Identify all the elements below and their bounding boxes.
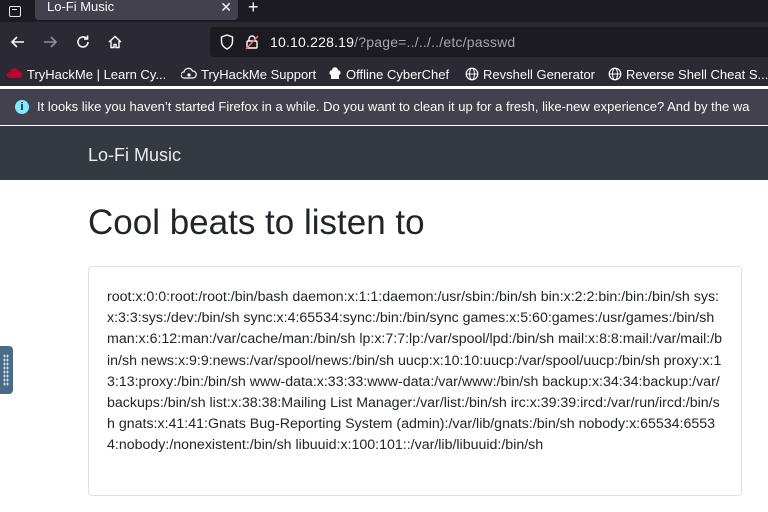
bookmark-tryhackme-support[interactable]: TryHackMe Support [181, 65, 316, 83]
bookmark-revshell-generator[interactable]: Revshell Generator [465, 65, 595, 83]
forward-arrow-icon[interactable] [40, 32, 60, 52]
window-menu-icon[interactable] [0, 0, 30, 22]
page-title: Cool beats to listen to [88, 203, 425, 242]
notification-text: It looks like you haven’t started Firefo… [37, 99, 750, 114]
address-bar[interactable]: 10.10.228.19/?page=../../../etc/passwd [210, 27, 768, 57]
site-navbar: Lo-Fi Music [0, 126, 768, 180]
chef-icon [329, 67, 341, 79]
url-text[interactable]: 10.10.228.19/?page=../../../etc/passwd [270, 34, 515, 50]
home-icon[interactable] [105, 32, 125, 52]
insecure-lock-icon[interactable] [245, 34, 259, 55]
bookmarks-toolbar: TryHackMe | Learn Cy... TryHackMe Suppor… [0, 62, 768, 86]
bookmark-offline-cyberchef[interactable]: Offline CyberChef [328, 65, 449, 83]
bookmark-tryhackme[interactable]: TryHackMe | Learn Cy... [7, 65, 166, 83]
new-tab-button[interactable]: + [248, 0, 259, 16]
globe-icon [608, 67, 622, 81]
info-icon: i [15, 100, 29, 114]
tab-title: Lo-Fi Music [47, 0, 115, 14]
url-path: /?page=../../../etc/passwd [354, 34, 516, 50]
navigation-toolbar: 10.10.228.19/?page=../../../etc/passwd [0, 22, 768, 62]
globe-icon [465, 67, 479, 81]
bookmark-label: Revshell Generator [483, 66, 595, 82]
passwd-content: root:x:0:0:root:/root:/bin/bash daemon:x… [107, 289, 723, 454]
bookmark-label: Offline CyberChef [346, 66, 450, 82]
reload-icon[interactable] [73, 32, 93, 52]
bookmark-label: TryHackMe Support [201, 66, 317, 82]
shield-icon[interactable] [220, 34, 234, 55]
content-card: root:x:0:0:root:/root:/bin/bash daemon:x… [88, 266, 742, 496]
bookmark-reverse-shell-cheat-sheet[interactable]: Reverse Shell Cheat S... [608, 65, 768, 83]
tab-strip: Lo-Fi Music ✕ + [0, 0, 768, 22]
bookmark-label: Reverse Shell Cheat S... [626, 66, 768, 82]
support-icon [181, 67, 197, 79]
url-host: 10.10.228.19 [270, 34, 355, 50]
close-icon[interactable]: ✕ [220, 0, 232, 14]
back-arrow-icon[interactable] [8, 32, 28, 52]
tab-lofi-music[interactable]: Lo-Fi Music ✕ [35, 0, 238, 20]
site-brand[interactable]: Lo-Fi Music [88, 145, 181, 166]
tryhackme-icon [7, 68, 23, 78]
sidebar-drag-handle[interactable] [0, 346, 13, 394]
notification-bar: i It looks like you haven’t started Fire… [0, 89, 768, 125]
bookmark-label: TryHackMe | Learn Cy... [27, 66, 167, 82]
